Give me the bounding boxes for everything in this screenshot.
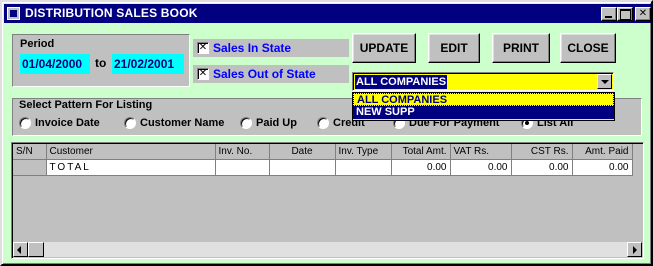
table-cell[interactable] bbox=[13, 159, 47, 176]
app-icon[interactable] bbox=[7, 7, 20, 20]
sales-book-window: DISTRIBUTION SALES BOOK Period 01/04/200… bbox=[0, 0, 653, 266]
radio-icon[interactable] bbox=[240, 117, 252, 129]
close-button[interactable]: CLOSE bbox=[560, 33, 616, 63]
company-dropdown-list: ALL COMPANIES NEW SUPP bbox=[352, 92, 615, 121]
table-cell[interactable]: 0.00 bbox=[450, 159, 512, 176]
column-header[interactable]: Total Amt. bbox=[391, 144, 451, 160]
close-icon[interactable] bbox=[635, 7, 651, 21]
company-select[interactable]: ALL COMPANIES bbox=[352, 72, 614, 91]
sales-in-state-checkbox[interactable]: ✕ Sales In State bbox=[193, 39, 349, 57]
column-header[interactable]: S/N bbox=[13, 144, 47, 160]
scroll-right-icon[interactable] bbox=[627, 242, 642, 257]
window-title: DISTRIBUTION SALES BOOK bbox=[25, 6, 198, 20]
radio-icon[interactable] bbox=[19, 117, 31, 129]
radio-icon[interactable] bbox=[317, 117, 329, 129]
column-header[interactable]: Date bbox=[269, 144, 336, 160]
sales-out-of-state-label: Sales Out of State bbox=[213, 67, 316, 81]
table-cell[interactable] bbox=[269, 159, 336, 176]
column-header[interactable]: VAT Rs. bbox=[450, 144, 512, 160]
update-button[interactable]: UPDATE bbox=[352, 33, 416, 63]
table-cell[interactable]: 0.00 bbox=[572, 159, 633, 176]
table-cell[interactable]: 0.00 bbox=[511, 159, 573, 176]
title-bar[interactable]: DISTRIBUTION SALES BOOK bbox=[4, 4, 651, 23]
company-option[interactable]: ALL COMPANIES bbox=[353, 93, 614, 106]
edit-button[interactable]: EDIT bbox=[428, 33, 480, 63]
table-cell[interactable] bbox=[335, 159, 392, 176]
column-header[interactable]: Customer bbox=[46, 144, 216, 160]
chevron-down-icon[interactable] bbox=[597, 74, 612, 89]
period-label: Period bbox=[20, 38, 55, 50]
to-date-field[interactable]: 21/02/2001 bbox=[112, 54, 184, 74]
column-header[interactable]: Inv. No. bbox=[215, 144, 270, 160]
to-label: to bbox=[95, 56, 107, 70]
company-select-value: ALL COMPANIES bbox=[355, 75, 448, 89]
period-group: Period 01/04/2000 to 21/02/2001 bbox=[12, 34, 190, 87]
radio-label: Paid Up bbox=[256, 117, 297, 129]
scrollbar-thumb[interactable] bbox=[28, 242, 44, 257]
checkbox-checked-icon[interactable]: ✕ bbox=[197, 68, 209, 80]
table-header-row: S/N Customer Inv. No. Date Inv. Type Tot… bbox=[13, 144, 633, 160]
table-cell[interactable]: 0.00 bbox=[391, 159, 451, 176]
minimize-icon[interactable] bbox=[601, 7, 617, 21]
table-cell[interactable]: TOTAL bbox=[46, 159, 216, 176]
sales-grid[interactable]: S/N Customer Inv. No. Date Inv. Type Tot… bbox=[11, 142, 644, 259]
checkbox-checked-icon[interactable]: ✕ bbox=[197, 42, 209, 54]
column-header[interactable]: Amt. Paid bbox=[572, 144, 633, 160]
scroll-left-icon[interactable] bbox=[13, 242, 28, 257]
table-row[interactable]: TOTAL 0.00 0.00 0.00 0.00 bbox=[13, 159, 633, 176]
sales-table: S/N Customer Inv. No. Date Inv. Type Tot… bbox=[13, 144, 633, 176]
company-option[interactable]: NEW SUPP bbox=[353, 106, 614, 119]
radio-icon[interactable] bbox=[124, 117, 136, 129]
radio-label: Invoice Date bbox=[35, 117, 100, 129]
maximize-icon[interactable] bbox=[617, 7, 633, 21]
listing-pattern-legend: Select Pattern For Listing bbox=[19, 99, 153, 111]
print-button[interactable]: PRINT bbox=[492, 33, 550, 63]
horizontal-scrollbar[interactable] bbox=[13, 242, 642, 257]
sales-in-state-label: Sales In State bbox=[213, 41, 292, 55]
from-date-field[interactable]: 01/04/2000 bbox=[20, 54, 90, 74]
sales-out-of-state-checkbox[interactable]: ✕ Sales Out of State bbox=[193, 65, 349, 83]
radio-label: Customer Name bbox=[140, 117, 225, 129]
table-cell[interactable] bbox=[215, 159, 270, 176]
column-header[interactable]: CST Rs. bbox=[511, 144, 573, 160]
column-header[interactable]: Inv. Type bbox=[335, 144, 392, 160]
